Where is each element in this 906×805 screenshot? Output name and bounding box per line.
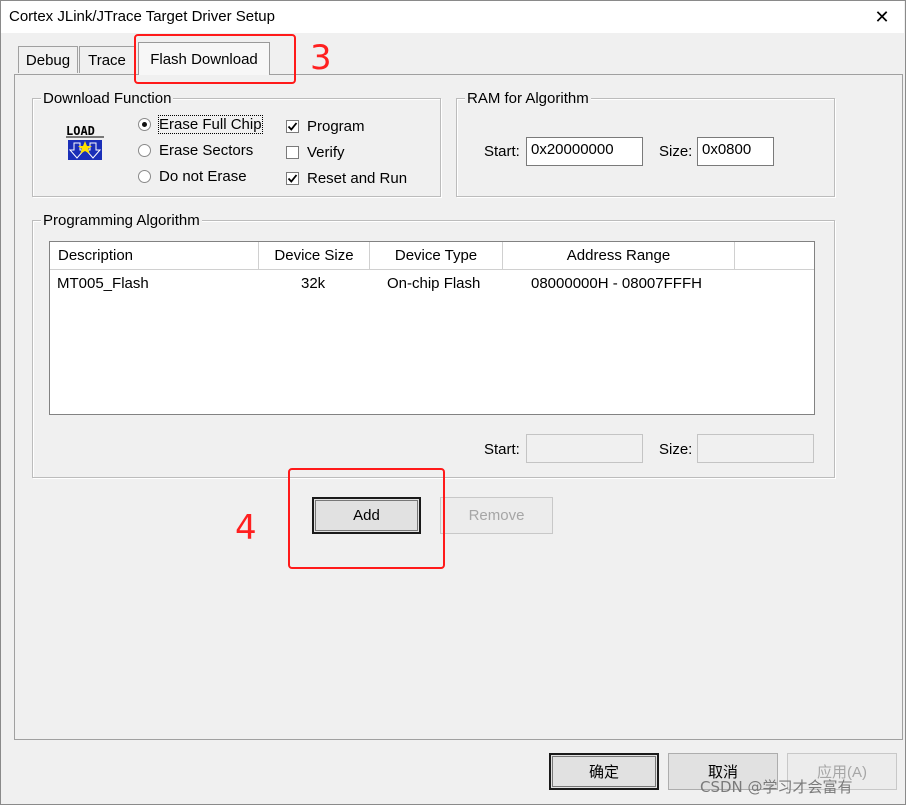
column-header-description-label: Description	[58, 247, 134, 264]
check-icon	[286, 120, 299, 133]
radio-indicator	[138, 144, 151, 157]
programming-algorithm-title: Programming Algorithm	[41, 212, 202, 229]
radio-indicator-checked	[138, 118, 151, 131]
radio-erase-full-chip-label: Erase Full Chip	[158, 115, 263, 134]
tab-trace-label: Trace	[88, 51, 126, 69]
annotation-number-4: 4	[235, 508, 257, 548]
column-header-device-size[interactable]: Device Size	[259, 242, 370, 270]
cell-address-range: 08000000H - 08007FFFH	[531, 275, 702, 292]
title-bar: Cortex JLink/JTrace Target Driver Setup …	[1, 1, 904, 33]
tab-debug[interactable]: Debug	[18, 46, 78, 73]
column-header-description[interactable]: Description	[50, 242, 259, 270]
check-icon	[286, 172, 299, 185]
column-header-address-range-label: Address Range	[566, 247, 671, 264]
checkbox-reset-and-run-label: Reset and Run	[307, 170, 408, 187]
watermark-text: CSDN @学习才会富有	[700, 778, 853, 796]
column-header-address-range[interactable]: Address Range	[503, 242, 735, 270]
ram-for-algorithm-title: RAM for Algorithm	[465, 90, 591, 107]
radio-erase-sectors[interactable]: Erase Sectors	[138, 142, 253, 159]
algo-start-field	[526, 434, 643, 463]
radio-erase-full-chip[interactable]: Erase Full Chip	[138, 115, 263, 134]
ok-button[interactable]: 确定	[549, 753, 659, 790]
checkbox-reset-and-run[interactable]: Reset and Run	[286, 170, 407, 187]
column-header-device-type-label: Device Type	[394, 247, 478, 264]
tab-flash-download[interactable]: Flash Download	[138, 42, 270, 75]
remove-button: Remove	[440, 497, 553, 534]
ram-size-label: Size:	[659, 143, 693, 160]
cell-device-size: 32k	[301, 275, 326, 292]
checkbox-verify-label: Verify	[307, 144, 345, 161]
ram-start-label: Start:	[484, 143, 520, 160]
annotation-number-3: 3	[310, 38, 332, 78]
window-title: Cortex JLink/JTrace Target Driver Setup	[9, 8, 275, 25]
remove-button-label: Remove	[468, 507, 525, 524]
load-icon: LOAD	[64, 123, 106, 163]
checkbox-program[interactable]: Program	[286, 118, 365, 135]
radio-do-not-erase-label: Do not Erase	[159, 168, 247, 185]
cell-device-type: On-chip Flash	[387, 275, 481, 292]
ok-button-label: 确定	[588, 764, 619, 781]
radio-erase-sectors-label: Erase Sectors	[159, 142, 254, 159]
checkbox-empty	[286, 146, 299, 159]
column-header-filler	[735, 242, 814, 270]
algo-size-label: Size:	[659, 441, 693, 458]
checkbox-program-label: Program	[307, 118, 365, 135]
algorithm-list[interactable]: Description Device Size Device Type Addr…	[49, 241, 815, 415]
algo-size-field	[697, 434, 814, 463]
radio-indicator	[138, 170, 151, 183]
download-function-title: Download Function	[41, 90, 174, 107]
column-header-device-type[interactable]: Device Type	[370, 242, 503, 270]
tab-trace[interactable]: Trace	[79, 46, 135, 73]
table-row[interactable]: MT005_Flash 32k On-chip Flash 08000000H …	[50, 272, 814, 296]
annotation-box-add	[288, 468, 445, 569]
tab-flash-download-label: Flash Download	[150, 50, 258, 68]
ram-size-field[interactable]: 0x0800	[697, 137, 774, 166]
load-icon-text: LOAD	[66, 124, 95, 138]
tab-debug-label: Debug	[25, 51, 71, 69]
cell-description: MT005_Flash	[57, 275, 149, 292]
ram-start-field[interactable]: 0x20000000	[526, 137, 643, 166]
algo-start-label: Start:	[484, 441, 520, 458]
column-header-device-size-label: Device Size	[274, 247, 354, 264]
close-icon: ✕	[874, 6, 890, 28]
radio-do-not-erase[interactable]: Do not Erase	[138, 168, 247, 185]
checkbox-verify[interactable]: Verify	[286, 144, 345, 161]
close-button[interactable]: ✕	[863, 3, 901, 31]
